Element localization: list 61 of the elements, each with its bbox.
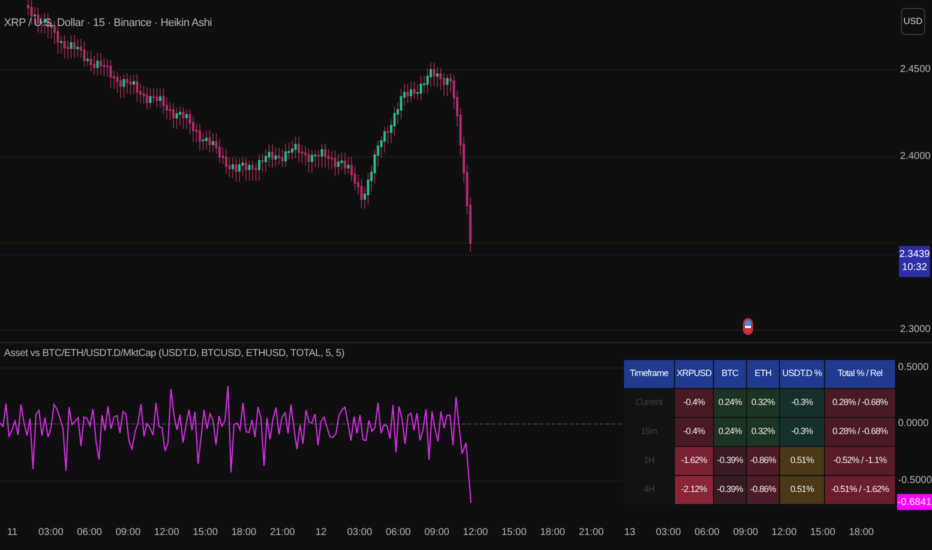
table-cell: 0.51% [780,476,824,504]
table-header: Timeframe [624,360,674,388]
table-cell: -0.86% [747,447,779,475]
flag-icon [743,318,753,335]
time-label: 06:00 [76,526,103,540]
time-label: 18:00 [848,526,875,540]
table-cell: 0.28% / -0.68% [825,389,895,417]
price-label: 2.4000 [900,152,931,162]
table-cell: -0.4% [675,389,713,417]
table-cell: -0.51% / -1.62% [825,476,895,504]
time-label: 03:00 [346,526,374,540]
time-label: 15:00 [500,526,528,540]
time-label: 15:00 [809,526,836,540]
table-cell: -0.86% [747,476,779,504]
time-label: 03:00 [654,526,682,540]
table-cell: 0.32% [747,389,779,417]
table-cell: 0.32% [747,418,779,446]
table-header: USDT.D % [780,360,824,388]
table-cell: 0.24% [714,418,746,446]
table-cell: -0.39% [714,476,746,504]
time-label: 12 [314,526,328,540]
time-label: 09:00 [423,526,450,540]
indicator-axis-label: 0.5000 [898,363,929,373]
table-cell: -0.3% [780,418,824,446]
time-label: 18:00 [230,526,258,540]
time-label: 12:00 [770,526,798,540]
table-cell: -0.52% / -1.1% [825,447,895,475]
time-label: 03:00 [37,526,64,540]
table-header: ETH [747,360,779,388]
indicator-title: Asset vs BTC/ETH/USDT.D/MktCap (USDT.D, BTCUSD, ETHUSD, TOTAL, 5, 5) [4,347,344,361]
time-label: 21:00 [268,526,296,540]
price-label: 2.3000 [900,325,931,335]
indicator-axis-label: -0.5000 [898,476,932,486]
table-cell: -0.3% [780,389,824,417]
table-cell: 0.24% [714,389,746,417]
time-label: 06:00 [693,526,720,540]
indicator-axis-label: 0.0000 [898,419,929,429]
last-price: 2.3439 [899,249,930,262]
time-label: 21:00 [578,526,605,540]
table-header: BTC [714,360,746,388]
time-label: 09:00 [114,526,142,540]
table-cell: -0.4% [675,418,713,446]
table-cell: 0.28% / -0.68% [825,418,895,446]
last-value-label: -0.6841 [897,494,932,510]
time-label: 12:00 [462,526,489,540]
table-cell: -0.39% [714,447,746,475]
table-cell: -1.62% [675,447,713,475]
time-label: 11 [6,526,18,540]
table-cell: 0.51% [780,447,824,475]
time-label: 18:00 [539,526,566,540]
price-label: 2.4500 [900,65,931,75]
table-header: Total % / Rel [825,360,895,388]
time-label: 13 [623,526,636,540]
time-label: 15:00 [192,526,219,540]
currency-button[interactable]: USD [901,8,925,35]
table-header: XRPUSD [675,360,713,388]
table-cell: -2.12% [675,476,713,504]
time-label: 09:00 [732,526,760,540]
time-label: 12:00 [153,526,180,540]
countdown: 10:32 [902,262,928,274]
time-label: 06:00 [384,526,412,540]
